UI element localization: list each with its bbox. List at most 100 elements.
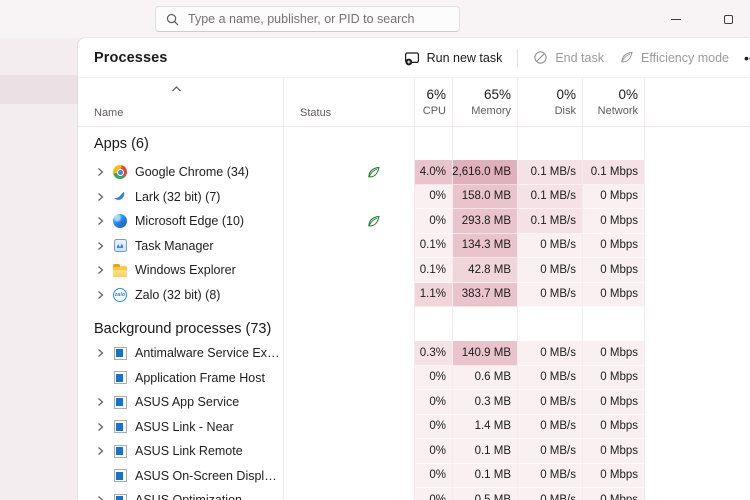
memory-total-value: 65% [483, 87, 511, 102]
cpu-cell: 0% [415, 209, 453, 234]
process-name-cell: ASUS Link - Near [78, 414, 284, 439]
status-cell [284, 390, 415, 415]
expand-chevron-icon[interactable] [96, 348, 106, 358]
process-name: ASUS App Service [135, 395, 240, 410]
status-cell [284, 439, 415, 464]
search-box[interactable] [155, 6, 460, 32]
cpu-cell: 0.1% [415, 233, 453, 258]
run-new-task-button[interactable]: Run new task [404, 50, 502, 66]
process-row[interactable]: Microsoft Edge (10) 0% 293.8 MB 0.1 MB/s 0 M… [78, 209, 750, 234]
search-input[interactable] [188, 12, 449, 26]
disk-cell: 0 MB/s [518, 463, 583, 488]
process-row[interactable]: ASUS Link - Near 0% 1.4 MB 0 MB/s 0 Mbps [78, 414, 750, 439]
minimize-button[interactable] [664, 7, 688, 31]
generic-app-icon [112, 492, 128, 500]
section-label: Background processes (73) [94, 320, 272, 337]
column-header-cpu[interactable]: 6% CPU [415, 78, 453, 126]
section-label: Apps (6) [94, 135, 149, 152]
end-task-label: End task [555, 50, 604, 65]
process-row[interactable]: Windows Explorer 0.1% 42.8 MB 0 MB/s 0 Mbps [78, 258, 750, 283]
expand-chevron-icon[interactable] [96, 290, 106, 300]
column-header-memory[interactable]: 65% Memory [453, 78, 518, 126]
status-cell [284, 341, 415, 366]
memory-cell: 2,616.0 MB [452, 160, 518, 185]
process-name-cell: zalo Zalo (32 bit) (8) [78, 282, 284, 307]
process-row[interactable]: Antimalware Service Executable 0.3%140.9 … [78, 341, 750, 366]
cpu-cell: 4.0% [415, 160, 453, 185]
status-cell [284, 282, 415, 307]
process-name-cell: Google Chrome (34) [78, 160, 284, 185]
expand-chevron-icon[interactable] [96, 216, 106, 226]
expand-chevron-icon[interactable] [96, 192, 106, 202]
process-row[interactable]: Google Chrome (34) 4.0% 2,616.0 MB 0.1 MB/s… [78, 160, 750, 185]
cpu-cell: 0% [415, 184, 453, 209]
process-name: ASUS Optimization [135, 493, 242, 500]
nav-item-highlight[interactable] [0, 75, 78, 104]
process-row[interactable]: Lark (32 bit) (7) 0% 158.0 MB 0.1 MB/s 0 Mbp… [78, 184, 750, 209]
expand-chevron-icon[interactable] [96, 422, 106, 432]
process-row[interactable]: Application Frame Host 0% 0.6 MB 0 MB/s 0 Mb… [78, 365, 750, 390]
maximize-button[interactable] [716, 7, 740, 31]
efficiency-mode-label: Efficiency mode [640, 50, 729, 65]
process-row[interactable]: ASUS Optimization 0%0.5 MB0 MB/s0 Mbps [78, 488, 750, 500]
process-name-cell: ASUS Optimization [78, 488, 284, 500]
process-name-cell: Antimalware Service Executable [78, 341, 284, 366]
process-name: Google Chrome (34) [135, 165, 249, 180]
memory-cell: 0.6 MB [453, 365, 518, 390]
process-row[interactable]: Task Manager 0.1% 134.3 MB 0 MB/s 0 Mbps [78, 233, 750, 258]
status-cell [284, 414, 415, 439]
network-cell: 0.1 Mbps [583, 160, 645, 185]
disk-cell: 0 MB/s [518, 282, 583, 307]
section-header-row[interactable]: Background processes (73) [78, 316, 750, 341]
more-options-button[interactable]: ••• [744, 50, 750, 66]
search-icon [166, 13, 179, 25]
expand-chevron-icon[interactable] [96, 241, 106, 251]
memory-cell: 0.1 MB [453, 439, 518, 464]
expand-chevron-icon[interactable] [96, 265, 106, 275]
memory-cell: 134.3 MB [453, 233, 518, 258]
process-name: Task Manager [135, 238, 214, 253]
process-row[interactable]: zalo Zalo (32 bit) (8) 1.1% 383.7 MB 0 MB/s 0… [78, 282, 750, 307]
memory-cell: 140.9 MB [453, 341, 518, 366]
folder-app-icon [112, 262, 128, 278]
expand-chevron-icon[interactable] [96, 495, 106, 500]
status-cell [284, 209, 415, 234]
network-cell: 0 Mbps [583, 414, 645, 439]
process-table-body: Apps (6) Google Chrome (34) 4.0% 2,616.0 MB… [78, 127, 750, 500]
expand-chevron-icon[interactable] [96, 167, 106, 177]
edge-app-icon [112, 213, 128, 229]
status-cell [284, 488, 415, 500]
expand-chevron-icon[interactable] [96, 397, 106, 407]
process-name: Zalo (32 bit) (8) [135, 287, 221, 302]
disk-cell: 0.1 MB/s [518, 209, 583, 234]
network-cell: 0 Mbps [583, 233, 645, 258]
generic-app-icon [112, 468, 128, 484]
column-header-disk[interactable]: 0% Disk [518, 78, 583, 126]
generic-app-icon [112, 443, 128, 459]
process-name: Lark (32 bit) (7) [135, 189, 221, 204]
expand-chevron-icon[interactable] [96, 446, 106, 456]
process-name-cell: Lark (32 bit) (7) [78, 184, 284, 209]
disk-cell: 0 MB/s [518, 341, 583, 366]
memory-cell: 383.7 MB [453, 282, 518, 307]
column-header-network[interactable]: 0% Network [583, 78, 645, 126]
status-cell [284, 365, 415, 390]
disk-cell: 0 MB/s [518, 414, 583, 439]
process-row[interactable]: ASUS App Service 0% 0.3 MB 0 MB/s 0 Mbps [78, 390, 750, 415]
end-task-button[interactable]: End task [533, 50, 604, 65]
efficiency-mode-button[interactable]: Efficiency mode [619, 50, 729, 65]
process-row[interactable]: ASUS Link Remote 0% 0.1 MB 0 MB/s 0 Mbps [78, 439, 750, 464]
status-cell [284, 463, 415, 488]
memory-cell: 0.1 MB [453, 463, 518, 488]
run-new-task-icon [404, 51, 419, 65]
process-row[interactable]: ASUS On-Screen Display (32 b… 0%0.1 MB0 M… [78, 463, 750, 488]
process-name: ASUS On-Screen Display (32 b… [135, 468, 283, 483]
efficiency-leaf-icon [366, 214, 381, 229]
table-column-header: Name Status 6% CPU 65% Memory 0% Disk 0%… [78, 78, 750, 127]
status-cell [284, 160, 415, 185]
column-header-status[interactable]: Status [284, 78, 415, 126]
efficiency-leaf-icon [366, 165, 381, 180]
cpu-cell: 0% [415, 463, 453, 488]
section-header-row[interactable]: Apps (6) [78, 127, 750, 160]
cpu-cell: 0% [415, 439, 453, 464]
